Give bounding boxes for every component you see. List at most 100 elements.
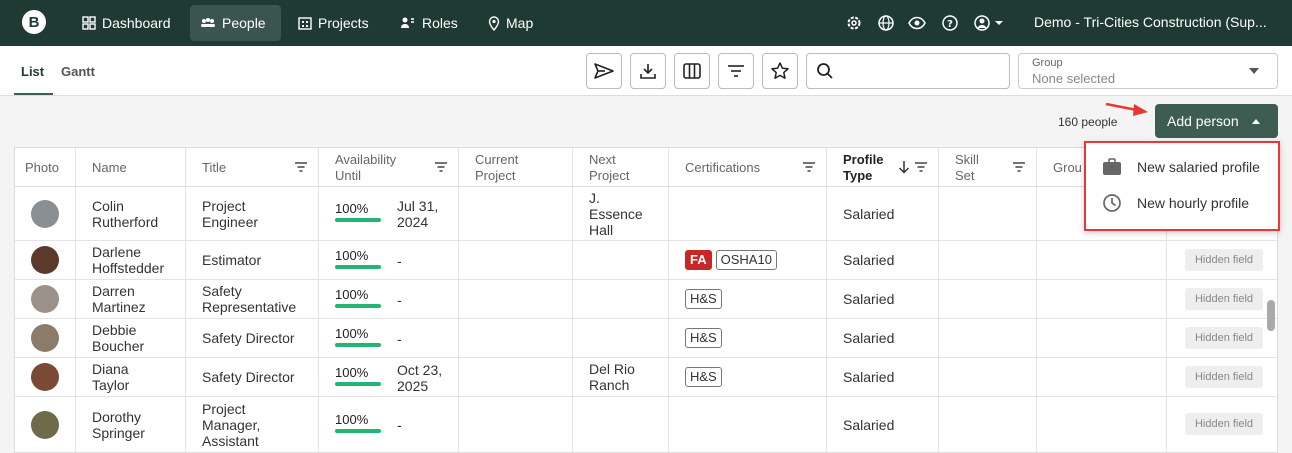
sort-down-icon[interactable] [898,160,910,174]
columns-button[interactable] [674,53,710,89]
name-cell[interactable]: Dorothy Springer [76,397,186,452]
name-cell[interactable]: Diana Taylor [76,358,186,396]
tab-gantt[interactable]: Gantt [61,64,95,79]
cert-badge[interactable]: H&S [685,289,722,309]
name-cell[interactable]: Darren Martinez [76,280,186,318]
availability-bar [335,304,381,308]
col-availability[interactable]: Availability Until [319,148,459,187]
name-cell[interactable]: Darlene Hoffstedder [76,241,186,279]
col-group-label: Grou [1053,160,1082,175]
table-row[interactable]: Debbie Boucher Safety Director 100% - H&S… [15,319,1277,358]
nav-dashboard-label: Dashboard [102,15,171,31]
profile-type-cell: Salaried [827,397,939,452]
filter-icon[interactable] [294,161,308,173]
table-row[interactable]: Dorothy Springer Project Manager, Assistant… [15,397,1277,452]
nav-map[interactable]: Map [478,5,543,41]
group-select-label: Group [1032,57,1063,69]
availability-cell: 100% - [319,397,459,452]
gear-icon[interactable] [845,14,863,32]
table-row[interactable]: Diana Taylor Safety Director 100% Oct 23,… [15,358,1277,397]
account-icon[interactable] [973,14,1007,32]
availability-bar [335,265,381,269]
favorite-button[interactable] [762,53,798,89]
profile-type-cell: Salaried [827,358,939,396]
avatar [31,324,59,352]
cert-badge[interactable]: H&S [685,367,722,387]
new-salaried-profile-item[interactable]: New salaried profile [1086,149,1278,185]
nav-roles[interactable]: Roles [390,5,468,41]
col-next-project[interactable]: Next Project [573,148,669,187]
new-hourly-profile-item[interactable]: New hourly profile [1086,185,1278,221]
title-line: Project [202,197,246,214]
eye-icon[interactable] [908,14,926,32]
col-photo[interactable]: Photo [15,148,76,187]
nav-map-label: Map [506,15,534,31]
next-project-cell[interactable]: J. Essence Hall [573,187,669,240]
name-cell[interactable]: Colin Rutherford [76,187,186,240]
filter-icon[interactable] [802,161,816,173]
filter-button[interactable] [718,53,754,89]
filter-icon [728,65,744,77]
toolbar: List Gantt Group None selected [0,46,1292,96]
skill-set-cell [939,280,1037,318]
photo-cell [15,187,76,240]
skill-set-cell [939,187,1037,240]
filter-icon[interactable] [434,161,448,173]
download-button[interactable] [630,53,666,89]
send-icon [594,63,614,79]
vertical-scrollbar[interactable] [1267,300,1275,331]
help-icon[interactable]: ? [941,14,959,32]
profile-type: Salaried [843,252,895,268]
avatar [31,199,59,228]
first-name: Colin [92,197,124,214]
nav-people-label: People [222,15,266,31]
next-project-cell[interactable]: Del Rio Ranch [573,358,669,396]
col-skill-set[interactable]: Skill Set [939,148,1037,187]
table-row[interactable]: Darlene Hoffstedder Estimator 100% - FA O… [15,241,1277,280]
first-name: Diana [92,361,129,377]
col-profile-type[interactable]: Profile Type [827,148,939,187]
send-button[interactable] [586,53,622,89]
nav-dashboard[interactable]: Dashboard [72,5,181,41]
filter-icon[interactable] [1012,161,1026,173]
nav-projects[interactable]: Projects [288,5,379,41]
next-line: Ranch [589,377,630,393]
col-title[interactable]: Title [186,148,319,187]
col-name[interactable]: Name [76,148,186,187]
col-current-label-2: Project [475,168,516,183]
certifications-cell [669,187,827,240]
app-logo[interactable]: B [22,10,46,34]
group-cell [1037,397,1167,452]
col-skill-label-2: Set [955,168,975,183]
tab-list[interactable]: List [21,64,44,79]
photo-cell [15,319,76,357]
cert-badge[interactable]: FA [685,250,712,270]
add-person-button[interactable]: Add person [1155,104,1278,138]
availability-bar [335,218,381,222]
last-name: Taylor [92,377,130,393]
annotation-arrow-icon [1105,102,1148,116]
building-icon [298,17,312,30]
certifications-cell: H&S [669,319,827,357]
globe-icon[interactable] [877,14,895,32]
group-select[interactable]: Group None selected [1018,53,1278,89]
name-cell[interactable]: Debbie Boucher [76,319,186,357]
availability-percent: 100% [335,201,369,216]
col-photo-label: Photo [25,160,59,175]
profile-type: Salaried [843,416,895,433]
briefcase-icon [1103,158,1121,175]
filter-icon[interactable] [914,161,928,173]
group-cell [1037,358,1167,396]
nav-people[interactable]: People [190,5,281,41]
organization-name[interactable]: Demo - Tri-Cities Construction (Sup... [1034,14,1292,30]
table-row[interactable]: Darren Martinez Safety Representative 100%… [15,280,1277,319]
until-line: Jul 31, [397,198,439,214]
col-certifications[interactable]: Certifications [669,148,827,187]
download-icon [640,64,656,79]
next-project-cell [573,397,669,452]
cert-badge[interactable]: H&S [685,328,722,348]
cert-badge[interactable]: OSHA10 [715,250,777,270]
col-current-project[interactable]: Current Project [459,148,573,187]
current-project-cell [459,241,573,279]
search-input[interactable] [806,53,1010,89]
